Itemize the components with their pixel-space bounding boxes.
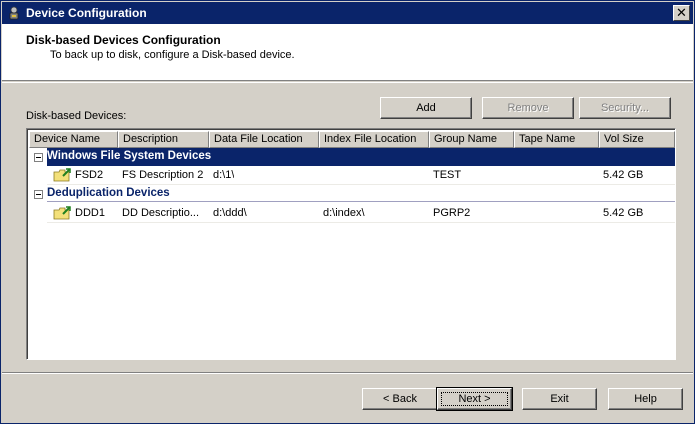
- cell-device-name: FSD2: [75, 169, 104, 181]
- window-title: Device Configuration: [26, 6, 147, 20]
- back-button-label: < Back: [383, 393, 417, 405]
- page-title: Disk-based Devices Configuration: [26, 33, 221, 47]
- cell-description: DD Descriptio...: [122, 207, 200, 219]
- device-configuration-window: Device Configuration ✕ Disk-based Device…: [0, 0, 695, 424]
- collapse-icon[interactable]: [34, 153, 43, 162]
- table-row[interactable]: FSD2 FS Description 2 d:\1\ TEST 5.42 GB: [29, 166, 675, 185]
- column-vol-size[interactable]: Vol Size: [599, 131, 675, 148]
- footer-divider: [2, 372, 693, 374]
- back-button[interactable]: < Back: [362, 388, 438, 410]
- title-bar[interactable]: Device Configuration ✕: [2, 2, 693, 24]
- group-windows-file-system-devices[interactable]: Windows File System Devices: [29, 148, 675, 166]
- group-underline: [47, 201, 675, 202]
- table-row[interactable]: DDD1 DD Descriptio... d:\ddd\ d:\index\ …: [29, 204, 675, 223]
- cell-description: FS Description 2: [122, 169, 204, 181]
- next-button-label: Next >: [458, 393, 491, 405]
- column-index-file-location[interactable]: Index File Location: [319, 131, 429, 148]
- folder-device-icon: [53, 168, 71, 182]
- exit-button[interactable]: Exit: [522, 388, 597, 410]
- cell-group-name: PGRP2: [433, 207, 471, 219]
- help-button[interactable]: Help: [608, 388, 683, 410]
- add-button-label: Add: [416, 102, 436, 114]
- header-divider: [2, 82, 693, 83]
- security-button-label: Security...: [600, 102, 650, 114]
- cell-vol-size: 5.42 GB: [603, 207, 644, 219]
- row-separator: [47, 222, 675, 223]
- column-tape-name[interactable]: Tape Name: [514, 131, 599, 148]
- folder-device-icon: [53, 206, 71, 220]
- column-data-file-location[interactable]: Data File Location: [209, 131, 319, 148]
- group-label: Deduplication Devices: [47, 187, 170, 199]
- page-subtitle: To back up to disk, configure a Disk-bas…: [50, 49, 295, 61]
- cell-device-name: DDD1: [75, 207, 105, 219]
- column-group-name[interactable]: Group Name: [429, 131, 514, 148]
- cell-group-name: TEST: [433, 169, 462, 181]
- cell-data-file-location: d:\1\: [213, 169, 235, 181]
- close-icon: ✕: [676, 5, 687, 20]
- devices-label: Disk-based Devices:: [26, 110, 127, 122]
- list-header: Device Name Description Data File Locati…: [29, 131, 675, 148]
- column-device-name[interactable]: Device Name: [29, 131, 118, 148]
- next-button[interactable]: Next >: [436, 387, 513, 411]
- collapse-icon[interactable]: [34, 190, 43, 199]
- remove-button[interactable]: Remove: [482, 97, 574, 119]
- remove-button-label: Remove: [507, 102, 549, 114]
- help-button-label: Help: [634, 393, 657, 405]
- cell-data-file-location: d:\ddd\: [213, 207, 247, 219]
- group-deduplication-devices[interactable]: Deduplication Devices: [29, 185, 675, 203]
- column-description[interactable]: Description: [118, 131, 209, 148]
- add-button[interactable]: Add: [380, 97, 472, 119]
- exit-button-label: Exit: [550, 393, 569, 405]
- devices-list[interactable]: Device Name Description Data File Locati…: [26, 128, 676, 360]
- cell-index-file-location: d:\index\: [323, 207, 365, 219]
- cell-vol-size: 5.42 GB: [603, 169, 644, 181]
- security-button[interactable]: Security...: [579, 97, 671, 119]
- close-button[interactable]: ✕: [673, 5, 690, 21]
- wizard-header: Disk-based Devices Configuration To back…: [2, 24, 693, 81]
- group-label: Windows File System Devices: [47, 150, 212, 162]
- app-icon: [9, 6, 19, 20]
